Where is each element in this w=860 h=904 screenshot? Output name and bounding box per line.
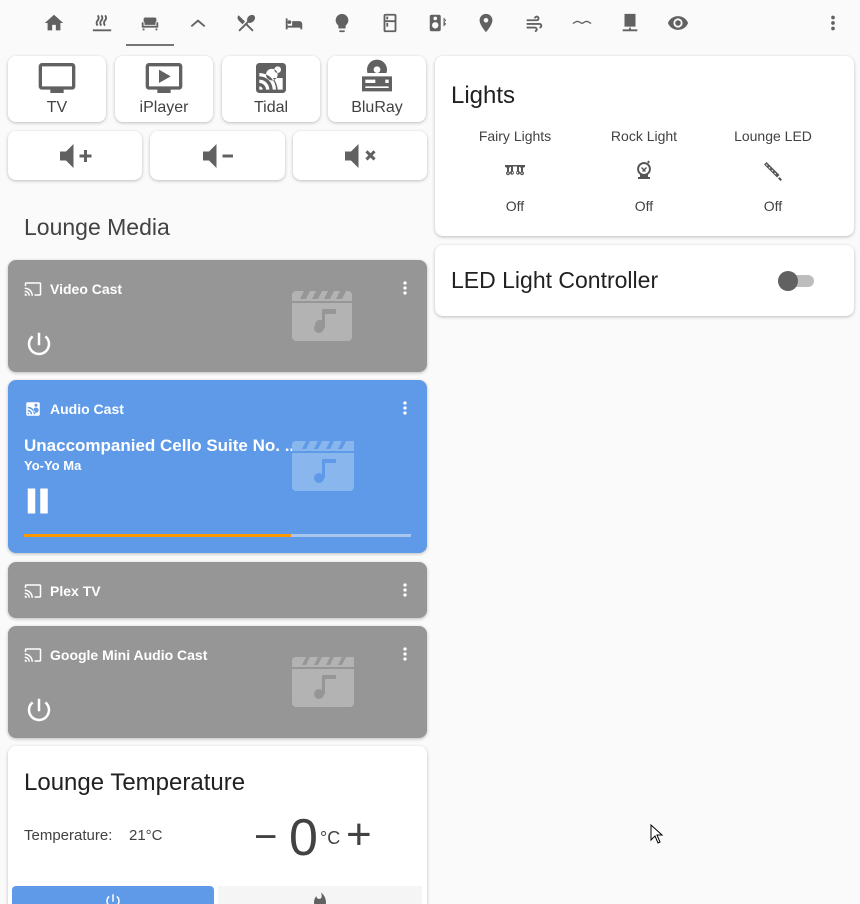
media-track-artist: Yo-Yo Ma — [24, 458, 82, 473]
fridge-icon[interactable] — [366, 0, 414, 46]
radiator-icon[interactable] — [78, 0, 126, 46]
media-player-header: Google Mini Audio Cast — [24, 646, 207, 664]
light-name: Rock Light — [610, 128, 678, 144]
light-name: Lounge LED — [734, 128, 812, 144]
current-temperature-label: Temperature: — [24, 827, 113, 844]
lights-title: Lights — [451, 82, 516, 109]
light-name: Fairy Lights — [478, 128, 552, 144]
map-marker-icon[interactable] — [462, 0, 510, 46]
thermostat-card: Lounge Temperature Temperature: 21°C − 0… — [8, 746, 427, 904]
cast-audio-icon — [26, 402, 40, 416]
media-progress-bar[interactable] — [24, 534, 411, 537]
power-icon — [106, 894, 120, 904]
silverware-icon[interactable] — [222, 0, 270, 46]
sofa-icon[interactable] — [126, 0, 174, 46]
media-player-header: Video Cast — [24, 280, 122, 298]
disc-player-icon — [362, 59, 392, 92]
movie-music-icon — [292, 441, 354, 491]
media-player-header: Plex TV — [24, 582, 101, 600]
fire-icon — [314, 892, 326, 904]
power-icon — [27, 698, 51, 722]
cast-icon — [24, 648, 42, 662]
media-player-name: Video Cast — [50, 281, 123, 297]
movie-music-icon — [292, 291, 354, 341]
toggle-knob — [778, 271, 798, 291]
wave-icon[interactable] — [558, 0, 606, 46]
pause-button[interactable] — [24, 486, 48, 516]
led-controller-title: LED Light Controller — [451, 267, 659, 293]
light-state: Off — [505, 198, 525, 214]
led-controller-toggle[interactable] — [778, 271, 814, 291]
more-vertical-icon[interactable] — [822, 12, 844, 34]
setpoint-unit: °C — [320, 828, 341, 848]
more-vertical-icon[interactable] — [395, 580, 415, 600]
media-track-title: Unaccompanied Cello Suite No. ... — [24, 436, 299, 455]
source-button-bluray[interactable]: BluRay — [328, 56, 426, 122]
lamp-icon — [637, 160, 651, 179]
speaker-bluetooth-icon[interactable] — [414, 0, 462, 46]
view-tabs-bar — [0, 0, 860, 46]
source-label: Tidal — [253, 99, 289, 116]
media-player-google-mini[interactable]: Google Mini Audio Cast — [8, 626, 427, 738]
led-strip-icon — [764, 162, 782, 181]
eye-icon[interactable] — [654, 0, 702, 46]
led-controller-card: LED Light Controller — [435, 245, 854, 316]
media-player-plex-tv[interactable]: Plex TV — [8, 562, 427, 618]
pause-icon — [27, 488, 48, 514]
media-player-name: Plex TV — [50, 583, 101, 599]
cast-audio-icon — [256, 63, 286, 93]
lights-card: Lights Fairy Lights Off Rock Light Off L… — [435, 56, 854, 236]
power-button[interactable] — [24, 695, 54, 725]
weather-windy-icon[interactable] — [510, 0, 558, 46]
decrease-temperature-button[interactable]: − — [254, 812, 277, 862]
cast-icon — [24, 584, 42, 598]
light-lounge-led[interactable]: Lounge LED Off — [718, 128, 828, 214]
volume-minus-icon — [202, 143, 233, 168]
more-vertical-icon[interactable] — [395, 644, 415, 664]
mode-off-button[interactable] — [12, 886, 214, 904]
source-button-tidal[interactable]: Tidal — [222, 56, 320, 122]
media-player-header: Audio Cast — [24, 400, 124, 418]
setpoint-value: 0 — [289, 809, 318, 867]
mouse-cursor-icon — [650, 823, 664, 844]
power-button[interactable] — [24, 329, 54, 359]
cast-icon — [24, 282, 42, 296]
media-player-audio-cast[interactable]: Audio Cast Unaccompanied Cello Suite No.… — [8, 380, 427, 553]
light-rock-light[interactable]: Rock Light Off — [589, 128, 699, 214]
string-lights-icon — [505, 165, 525, 176]
more-vertical-icon[interactable] — [395, 278, 415, 298]
roof-icon[interactable] — [174, 0, 222, 46]
light-state: Off — [634, 198, 654, 214]
media-player-name: Audio Cast — [50, 401, 124, 417]
mode-heat-button[interactable] — [218, 886, 422, 904]
volume-up-button[interactable] — [8, 131, 142, 180]
volume-mute-icon — [345, 143, 376, 168]
source-button-tv[interactable]: TV — [8, 56, 106, 122]
source-label: TV — [46, 99, 68, 116]
section-title-lounge-media: Lounge Media — [24, 214, 170, 240]
desktop-tower-icon[interactable] — [606, 0, 654, 46]
volume-down-button[interactable] — [150, 131, 285, 180]
current-temperature-value: 21°C — [129, 827, 163, 844]
home-icon[interactable] — [30, 0, 78, 46]
light-state: Off — [763, 198, 783, 214]
more-vertical-icon[interactable] — [395, 398, 415, 418]
bed-icon[interactable] — [270, 0, 318, 46]
power-icon — [27, 332, 51, 356]
media-player-name: Google Mini Audio Cast — [50, 647, 208, 663]
lightbulb-icon[interactable] — [318, 0, 366, 46]
movie-music-icon — [292, 657, 354, 707]
television-icon — [38, 63, 76, 93]
thermostat-title: Lounge Temperature — [24, 769, 246, 796]
light-fairy-lights[interactable]: Fairy Lights Off — [460, 128, 570, 214]
source-label: iPlayer — [139, 99, 189, 116]
source-button-iplayer[interactable]: iPlayer — [115, 56, 213, 122]
volume-plus-icon — [60, 143, 92, 168]
volume-mute-button[interactable] — [293, 131, 427, 180]
play-box-icon — [145, 63, 183, 93]
media-progress-fill — [24, 534, 292, 537]
media-player-video-cast[interactable]: Video Cast — [8, 260, 427, 372]
increase-temperature-button[interactable]: + — [346, 810, 372, 860]
source-label: BluRay — [351, 99, 403, 116]
